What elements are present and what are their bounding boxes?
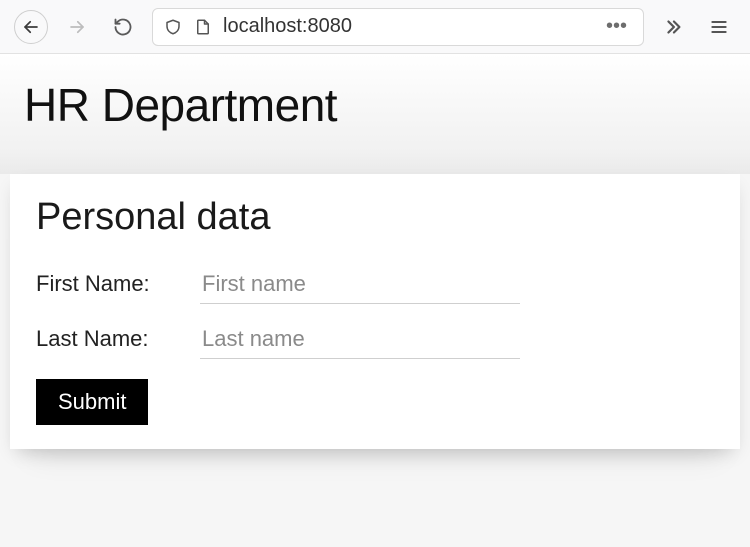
last-name-label: Last Name: — [36, 326, 186, 352]
first-name-row: First Name: — [36, 267, 714, 304]
arrow-right-icon — [68, 18, 86, 36]
hamburger-icon — [709, 17, 729, 37]
shield-icon — [163, 17, 183, 37]
last-name-input[interactable] — [200, 322, 520, 359]
reload-button[interactable] — [106, 10, 140, 44]
page-icon — [193, 17, 213, 37]
forward-button[interactable] — [60, 10, 94, 44]
first-name-input[interactable] — [200, 267, 520, 304]
last-name-row: Last Name: — [36, 322, 714, 359]
page-actions-icon[interactable]: ••• — [600, 15, 633, 38]
personal-data-card: Personal data First Name: Last Name: Sub… — [10, 174, 740, 449]
submit-button[interactable]: Submit — [36, 379, 148, 425]
arrow-left-icon — [22, 18, 40, 36]
app-menu-button[interactable] — [702, 10, 736, 44]
back-button[interactable] — [14, 10, 48, 44]
chevrons-right-icon — [662, 16, 684, 38]
page-title: HR Department — [10, 72, 740, 150]
url-input[interactable] — [223, 15, 590, 38]
first-name-label: First Name: — [36, 271, 186, 297]
address-bar[interactable]: ••• — [152, 8, 644, 46]
overflow-button[interactable] — [656, 10, 690, 44]
page-header-area: HR Department — [0, 54, 750, 174]
card-heading: Personal data — [36, 196, 714, 239]
reload-icon — [113, 17, 133, 37]
browser-toolbar: ••• — [0, 0, 750, 54]
